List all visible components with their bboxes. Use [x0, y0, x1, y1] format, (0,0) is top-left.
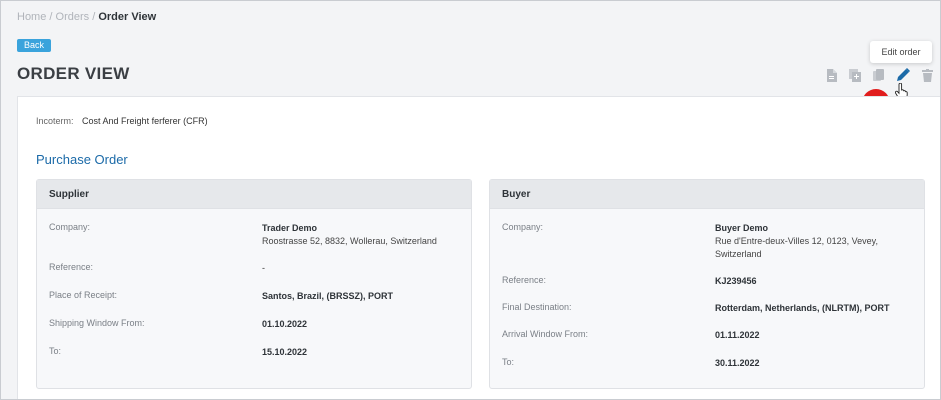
buyer-company-address-line-1: Rue d'Entre-deux-Villes 12, 0123, Vevey, — [715, 236, 878, 246]
breadcrumb: Home / Orders / Order View — [17, 11, 156, 23]
breadcrumb-current: Order View — [98, 11, 157, 23]
buyer-panel: Buyer Company: Buyer Demo Rue d'Entre-de… — [489, 179, 925, 389]
supplier-window-from-value: 01.10.2022 — [262, 319, 308, 329]
field-label: Final Destination: — [502, 302, 572, 312]
supplier-place-value: Santos, Brazil, (BRSSZ), PORT — [262, 291, 394, 301]
supplier-reference-value: - — [262, 263, 265, 273]
incoterm-label: Incoterm: — [36, 116, 74, 126]
breadcrumb-separator: / — [92, 11, 96, 23]
supplier-company-value: Trader Demo Roostrasse 52, 8832, Wollera… — [262, 222, 437, 248]
field-label: Company: — [502, 222, 544, 232]
field-label: Place of Receipt: — [49, 290, 118, 300]
field-label: Reference: — [502, 275, 547, 285]
buyer-company-name: Buyer Demo — [715, 223, 769, 233]
supplier-company-name: Trader Demo — [262, 223, 318, 233]
copy-document-icon[interactable] — [847, 67, 863, 83]
incoterm: Incoterm: Cost And Freight ferferer (CFR… — [36, 116, 208, 126]
buyer-window-to-value: 30.11.2022 — [715, 358, 760, 368]
document-icon[interactable] — [823, 67, 839, 83]
purchase-order-heading: Purchase Order — [36, 152, 128, 167]
trash-icon[interactable] — [919, 67, 935, 83]
supplier-window-to-value: 15.10.2022 — [262, 347, 308, 357]
field-label: Reference: — [49, 262, 94, 272]
supplier-panel-title: Supplier — [37, 180, 471, 209]
back-button[interactable]: Back — [17, 39, 52, 52]
field-label: To: — [49, 346, 62, 356]
clipboard-icon[interactable] — [871, 67, 887, 83]
incoterm-value: Cost And Freight ferferer (CFR) — [82, 116, 208, 126]
pencil-edit-icon[interactable] — [895, 67, 911, 83]
buyer-destination-value: Rotterdam, Netherlands, (NLRTM), PORT — [715, 303, 890, 313]
supplier-panel: Supplier Company: Trader Demo Roostrasse… — [36, 179, 472, 389]
app-window: Home / Orders / Order View Back ORDER VI… — [0, 0, 941, 400]
buyer-panel-title: Buyer — [490, 180, 924, 209]
breadcrumb-orders-link[interactable]: Orders — [56, 11, 90, 23]
edit-order-tooltip: Edit order — [870, 41, 932, 63]
field-label: Arrival Window From: — [502, 329, 589, 339]
buyer-reference-value: KJ239456 — [715, 276, 757, 286]
supplier-company-address: Roostrasse 52, 8832, Wollerau, Switzerla… — [262, 236, 437, 246]
page-title: ORDER VIEW — [17, 64, 130, 83]
breadcrumb-separator: / — [49, 11, 53, 23]
buyer-company-address-line-2: Switzerland — [715, 249, 762, 259]
order-details-card: Incoterm: Cost And Freight ferferer (CFR… — [17, 96, 940, 399]
buyer-company-value: Buyer Demo Rue d'Entre-deux-Villes 12, 0… — [715, 222, 878, 261]
field-label: Shipping Window From: — [49, 318, 145, 328]
field-label: Company: — [49, 222, 91, 232]
field-label: To: — [502, 357, 515, 367]
buyer-window-from-value: 01.11.2022 — [715, 330, 760, 340]
breadcrumb-home-link[interactable]: Home — [17, 11, 46, 23]
